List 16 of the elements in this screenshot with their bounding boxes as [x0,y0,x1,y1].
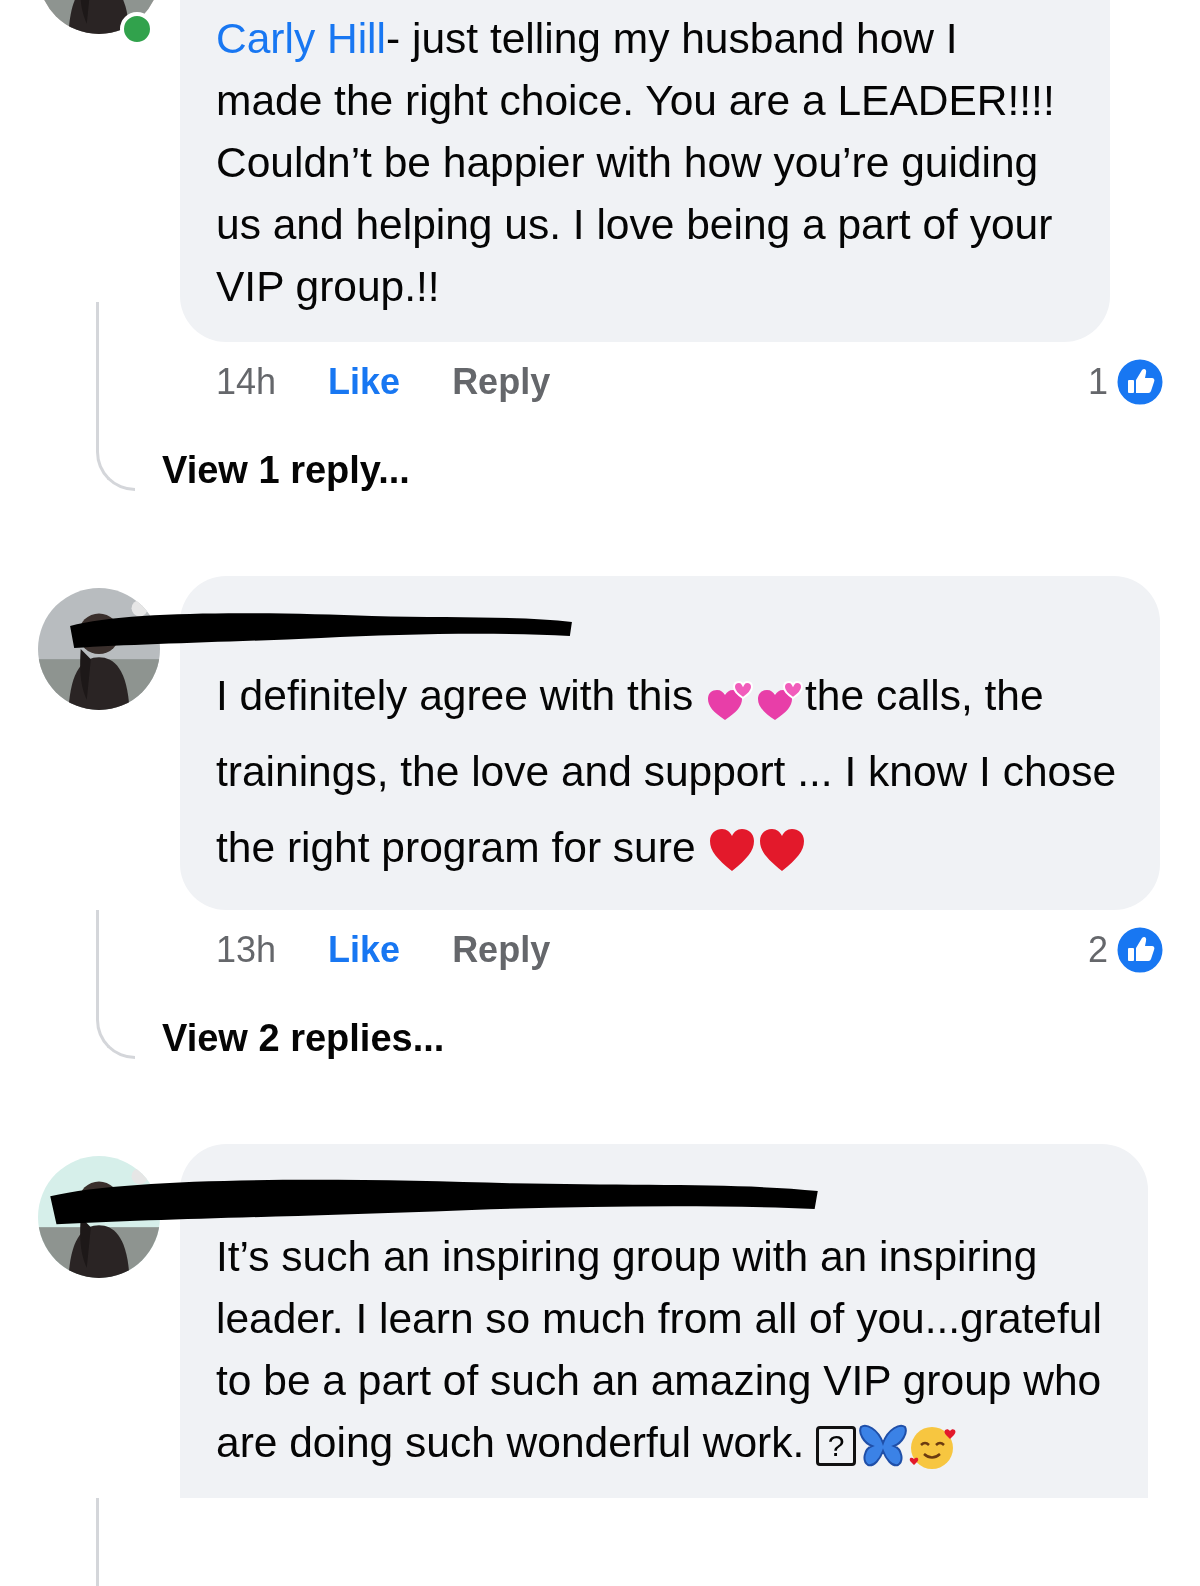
like-icon [1114,924,1166,976]
comment-time: 14h [216,361,277,403]
comment-text: Carly Hill- just telling my husband how I made the right choice. You are a LEADER!!!! Couldn’t be happier with how you’re guiding us and helping us. I love being a part of your VIP group.!! [216,14,1056,312]
comment-time: 13h [216,929,277,971]
comment-text: It’s such an inspiring group with an inspiring leader. I learn so much from all of you...grateful to be a part of such an amazing VIP group who are doing such wonderful work. ? [216,1226,1112,1474]
reaction-count: 2 [1087,929,1108,971]
like-icon [1114,356,1166,408]
like-link[interactable]: Like [328,361,401,403]
comment-text: I definitely agree with this the calls, the trainings, the love and support ... I know I chose the right program for sure [216,658,1124,886]
author-link[interactable]: Carly Hill [216,15,386,62]
like-link[interactable]: Like [328,929,401,971]
reaction-count: 1 [1087,361,1108,403]
view-replies-link[interactable]: View 2 replies... [162,1016,445,1060]
reply-link[interactable]: Reply [452,929,551,971]
reply-link[interactable]: Reply [452,361,551,403]
view-replies-link[interactable]: View 1 reply... [162,448,410,492]
